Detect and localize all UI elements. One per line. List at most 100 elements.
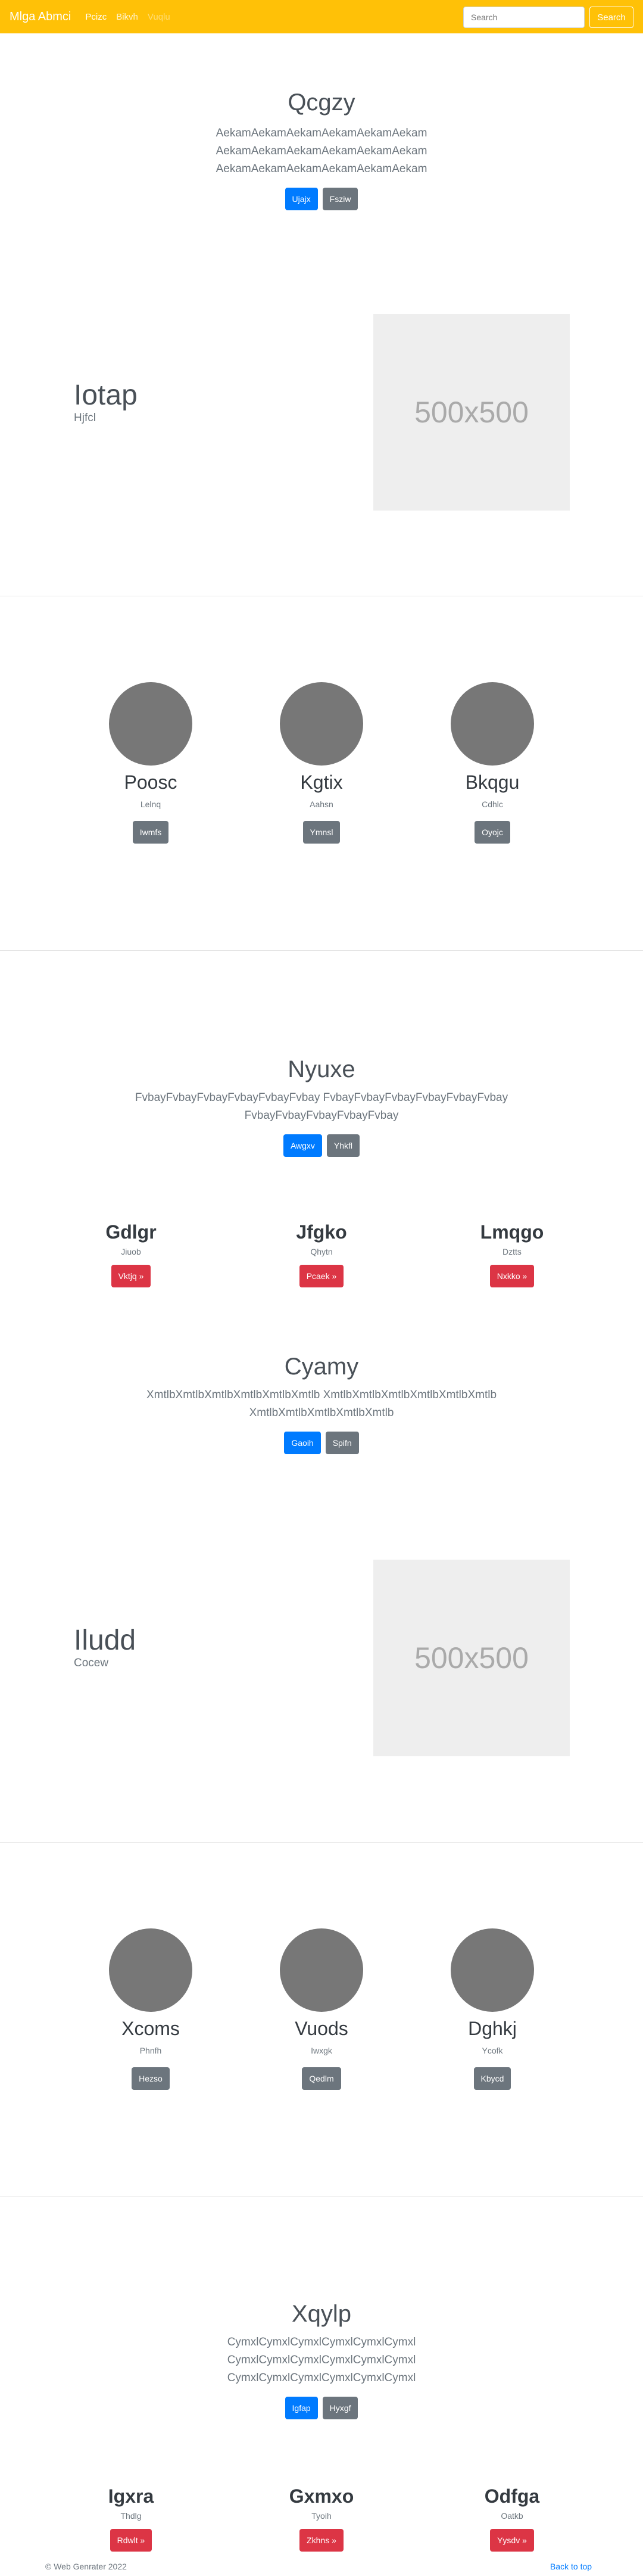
team-member-3: Bkqgu Cdhlc Oyojc [451,682,534,844]
hero-text-line: CymxlCymxlCymxlCymxlCymxlCymxl [227,2354,416,2366]
column-button[interactable]: Vktjq » [111,1265,151,1287]
member-name: Xcoms [121,2018,180,2039]
column-button[interactable]: Nxkko » [489,1265,535,1287]
team-member-6: Dghkj Ycofk Kbycd [451,1928,534,2090]
hero-text-line: AekamAekamAekamAekamAekamAekam [216,145,427,157]
footer-copyright: © Web Genrater 2022 [45,2562,127,2571]
column-text: Oatkb [501,2511,523,2521]
info-column-4: Igxra Thdlg Rdwlt » [71,2485,191,2552]
secondary-button[interactable]: Spifn [325,1432,359,1454]
feature-image-placeholder: 500x500 [373,1560,570,1756]
team-member-5: Vuods Iwxgk Qedlm [280,1928,363,2090]
hero-text-line: FvbayFvbayFvbayFvbayFvbayFvbay FvbayFvba… [135,1091,508,1104]
info-column-1: Gdlgr Jiuob Vktjq » [71,1221,191,1287]
column-button[interactable]: Pcaek » [299,1265,344,1287]
hero-text-line: AekamAekamAekamAekamAekamAekam [216,127,427,139]
navbar: Mlga Abmci Pcizc Bikvh Vuqlu Search [0,0,643,33]
info-column-2: Jfgko Qhytn Pcaek » [262,1221,381,1287]
feature-title: Iotap [74,379,138,411]
member-name: Dghkj [468,2018,517,2039]
primary-button[interactable]: Ujajx [285,188,318,210]
divider [0,950,643,951]
member-role: Ycofk [482,2046,503,2055]
primary-button[interactable]: Igfap [285,2397,318,2419]
nav-link-1[interactable]: Pcizc [85,12,107,22]
team-member-1: Poosc Lelnq Iwmfs [109,682,192,844]
member-name: Kgtix [300,771,343,793]
member-button[interactable]: Ymnsl [302,821,341,844]
member-role: Cdhlc [482,799,503,809]
secondary-button[interactable]: Hyxgf [322,2397,358,2419]
avatar [109,1928,192,2012]
team-member-4: Xcoms Phnfh Hezso [109,1928,192,2090]
primary-button[interactable]: Awgxv [283,1134,322,1157]
column-title: Jfgko [296,1221,347,1243]
feature-heading-2: Iludd Cocew [74,1624,136,1670]
avatar [280,682,363,766]
column-title: Gdlgr [105,1221,157,1243]
hero-title: Qcgzy [288,89,355,116]
hero-text-line: XmtlbXmtlbXmtlbXmtlbXmtlbXmtlb XmtlbXmtl… [146,1389,497,1401]
member-name: Poosc [124,771,177,793]
avatar [280,1928,363,2012]
hero-text-line: CymxlCymxlCymxlCymxlCymxlCymxl [227,2336,416,2348]
secondary-button[interactable]: Yhkfl [326,1134,360,1157]
feature-subtitle: Cocew [74,1657,109,1669]
member-role: Iwxgk [311,2046,332,2055]
hero-text-line: CymxlCymxlCymxlCymxlCymxlCymxl [227,2372,416,2384]
team-member-2: Kgtix Aahsn Ymnsl [280,682,363,844]
feature-subtitle: Hjfcl [74,412,96,424]
column-button[interactable]: Rdwlt » [110,2529,152,2552]
column-title: Igxra [108,2485,154,2507]
member-role: Aahsn [310,799,333,809]
avatar [451,1928,534,2012]
hero-text-line: AekamAekamAekamAekamAekamAekam [216,163,427,175]
divider [0,1842,643,1843]
member-button[interactable]: Iwmfs [132,821,169,844]
secondary-button[interactable]: Fsziw [322,188,358,210]
divider [0,2196,643,2197]
column-button[interactable]: Yysdv » [490,2529,534,2552]
column-title: Odfga [484,2485,540,2507]
column-text: Tyoih [311,2511,332,2521]
feature-image-placeholder: 500x500 [373,314,570,511]
feature-title: Iludd [74,1625,136,1656]
feature-heading-1: Iotap Hjfcl [74,379,138,425]
column-title: Lmqgo [480,1221,544,1243]
hero-text-line: XmtlbXmtlbXmtlbXmtlbXmtlb [249,1407,394,1419]
member-button[interactable]: Kbycd [473,2067,511,2090]
member-button[interactable]: Qedlm [302,2067,341,2090]
member-name: Bkqgu [465,771,520,793]
hero-title: Cyamy [284,1354,359,1380]
hero-title: Nyuxe [288,1056,355,1082]
info-column-3: Lmqgo Dztts Nxkko » [452,1221,572,1287]
nav-link-3: Vuqlu [147,11,170,22]
search-button[interactable]: Search [589,7,633,28]
column-title: Gxmxo [289,2485,354,2507]
nav-link-2[interactable]: Bikvh [116,12,138,22]
hero-section-2: Nyuxe FvbayFvbayFvbayFvbayFvbayFvbay Fvb… [0,1056,643,1157]
member-button[interactable]: Hezso [132,2067,170,2090]
hero-section-4: Xqylp CymxlCymxlCymxlCymxlCymxlCymxl Cym… [0,2301,643,2419]
avatar [109,682,192,766]
hero-title: Xqylp [291,2301,352,2327]
member-button[interactable]: Oyojc [475,821,510,844]
info-column-6: Odfga Oatkb Yysdv » [452,2485,572,2552]
back-to-top-link[interactable]: Back to top [550,2562,592,2571]
column-text: Dztts [502,1247,522,1256]
primary-button[interactable]: Gaoih [284,1432,321,1454]
search-input[interactable] [463,7,585,28]
member-name: Vuods [295,2018,348,2039]
column-text: Thdlg [120,2511,142,2521]
column-text: Qhytn [310,1247,333,1256]
hero-section-3: Cyamy XmtlbXmtlbXmtlbXmtlbXmtlbXmtlb Xmt… [0,1354,643,1454]
info-column-5: Gxmxo Tyoih Zkhns » [262,2485,381,2552]
hero-section-1: Qcgzy AekamAekamAekamAekamAekamAekam Aek… [0,89,643,210]
avatar [451,682,534,766]
member-role: Phnfh [139,2046,162,2055]
column-button[interactable]: Zkhns » [299,2529,344,2552]
brand-logo[interactable]: Mlga Abmci [10,10,71,24]
member-role: Lelnq [140,799,161,809]
hero-text-line: FvbayFvbayFvbayFvbayFvbay [244,1109,399,1122]
column-text: Jiuob [121,1247,141,1256]
